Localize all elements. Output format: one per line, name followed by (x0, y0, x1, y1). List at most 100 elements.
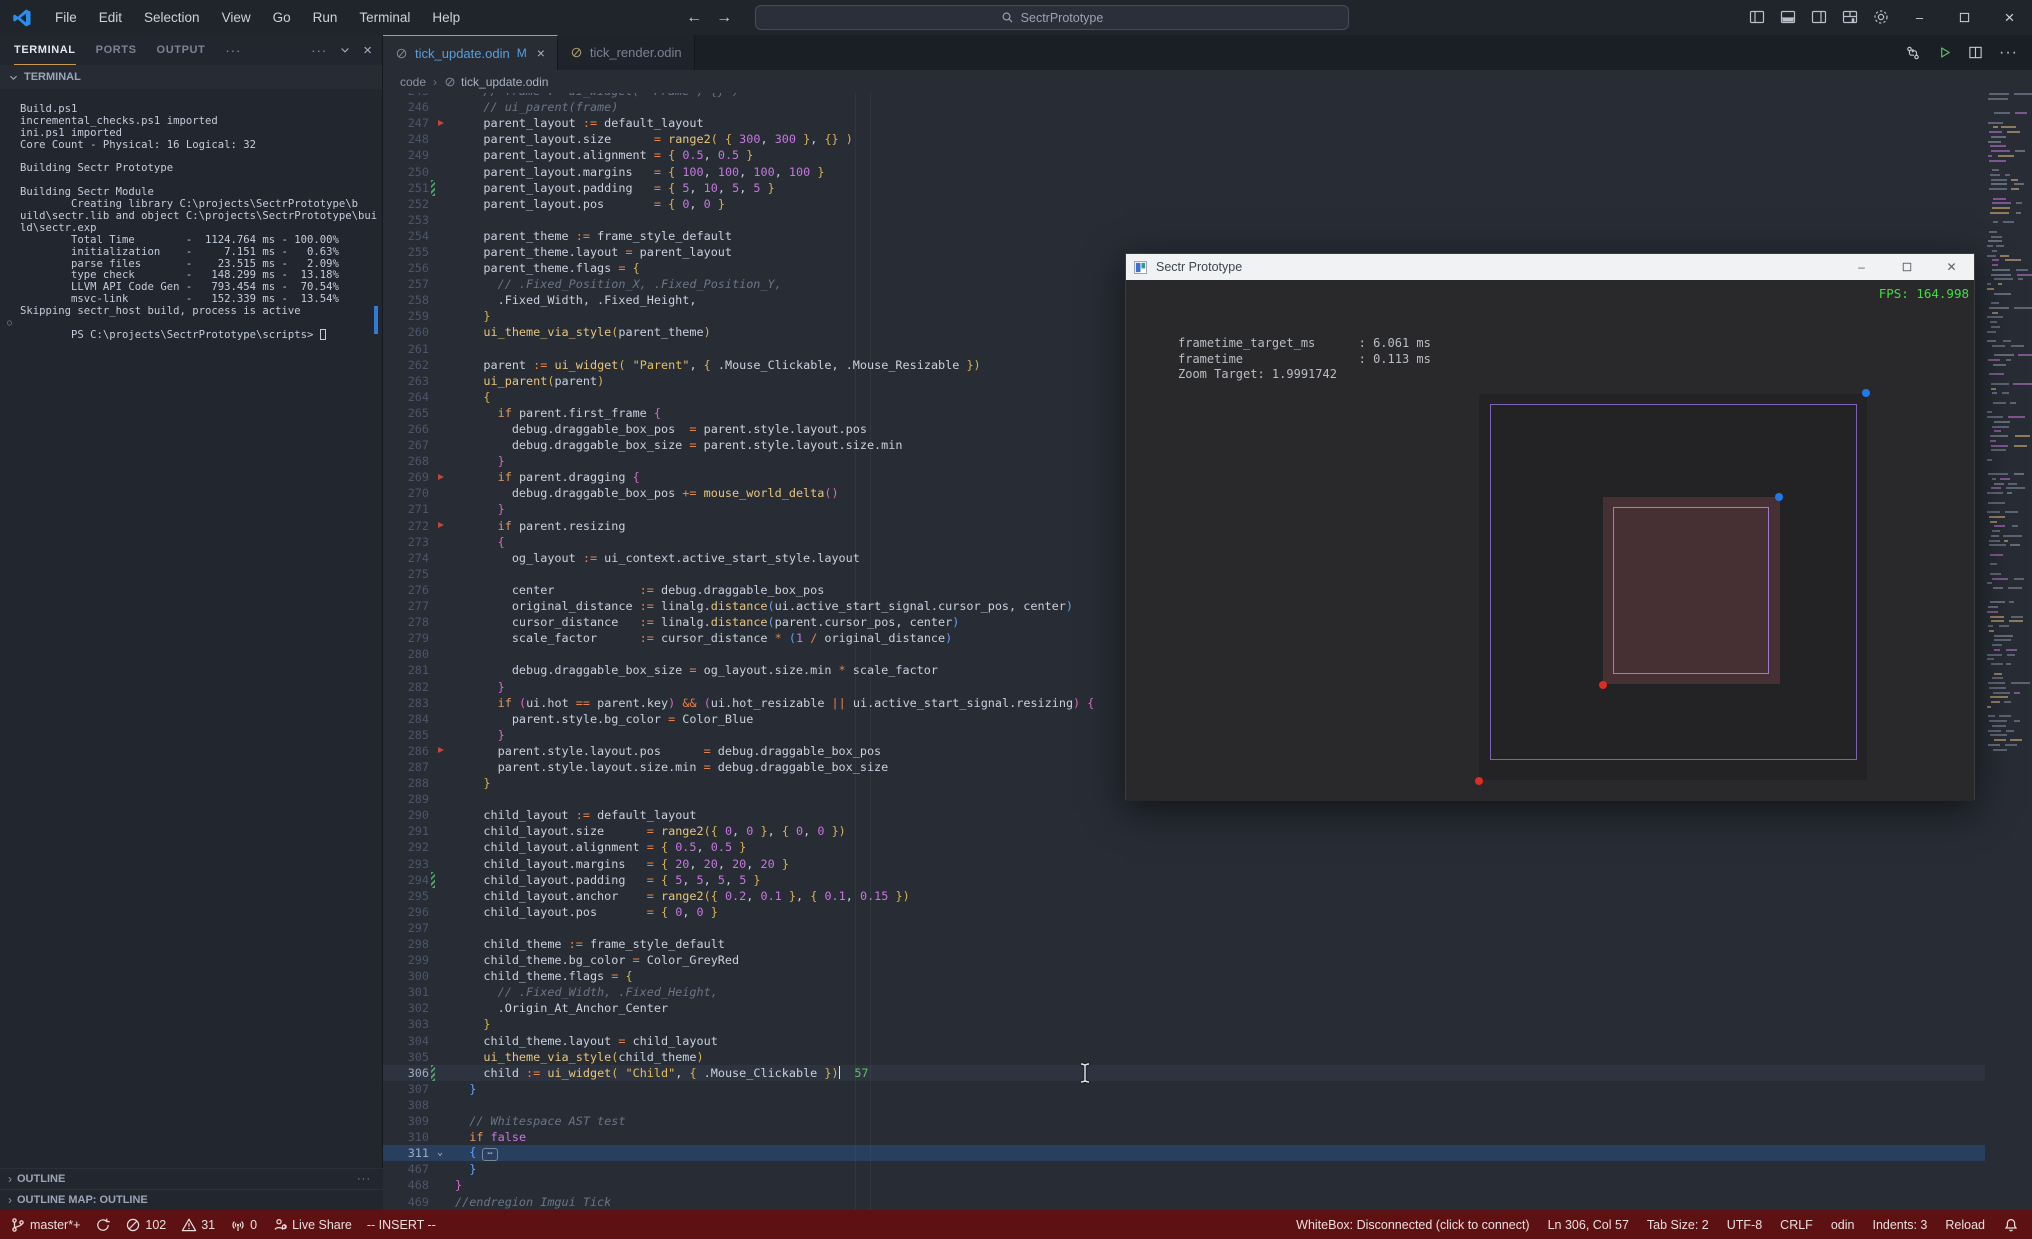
line-number[interactable]: 281 (383, 663, 429, 677)
line-number[interactable]: 261 (383, 342, 429, 356)
line-number[interactable]: 269 (383, 470, 429, 484)
minimize-button[interactable]: – (1897, 0, 1942, 35)
terminal-section-header[interactable]: TERMINAL (0, 65, 382, 89)
line-number[interactable]: 274 (383, 551, 429, 565)
line-number[interactable]: 294 (383, 873, 429, 887)
line-number[interactable]: 309 (383, 1114, 429, 1128)
close-button[interactable]: × (1987, 0, 2032, 35)
line-number[interactable]: 284 (383, 712, 429, 726)
gear-icon[interactable] (1873, 9, 1890, 26)
layout-sidebar-left-icon[interactable] (1749, 9, 1766, 26)
line-number[interactable]: 290 (383, 808, 429, 822)
line-number[interactable]: 303 (383, 1017, 429, 1031)
line-number[interactable]: 310 (383, 1130, 429, 1144)
line-number[interactable]: 260 (383, 325, 429, 339)
line-number[interactable]: 299 (383, 953, 429, 967)
line-number[interactable]: 467 (383, 1162, 429, 1176)
line-number[interactable]: 272 (383, 519, 429, 533)
line-number[interactable]: 307 (383, 1082, 429, 1096)
menu-item-run[interactable]: Run (302, 0, 349, 35)
panel-tab-terminal[interactable]: TERMINAL (14, 36, 76, 65)
line-number[interactable]: 304 (383, 1034, 429, 1048)
line-number[interactable]: 305 (383, 1050, 429, 1064)
command-center-search[interactable]: SectrPrototype (755, 5, 1349, 30)
line-number[interactable]: 265 (383, 406, 429, 420)
menu-item-go[interactable]: Go (262, 0, 302, 35)
app-titlebar[interactable]: Sectr Prototype – ✕ (1126, 254, 1974, 280)
status-item-indents-3[interactable]: Indents: 3 (1872, 1218, 1927, 1232)
line-number[interactable]: 276 (383, 583, 429, 597)
folded-region[interactable]: ⋯ (482, 1148, 498, 1162)
line-number[interactable]: 254 (383, 229, 429, 243)
app-maximize-button[interactable] (1884, 254, 1929, 280)
line-number[interactable]: 295 (383, 889, 429, 903)
line-number[interactable]: 266 (383, 422, 429, 436)
menu-item-file[interactable]: File (44, 0, 88, 35)
line-number[interactable]: 253 (383, 213, 429, 227)
line-number[interactable]: 282 (383, 680, 429, 694)
status-item-crlf[interactable]: CRLF (1780, 1218, 1813, 1232)
line-number[interactable]: 285 (383, 728, 429, 742)
line-number[interactable]: 251 (383, 181, 429, 195)
line-number[interactable]: 286 (383, 744, 429, 758)
line-number[interactable]: 267 (383, 438, 429, 452)
line-number[interactable]: 268 (383, 454, 429, 468)
line-number[interactable]: 255 (383, 245, 429, 259)
nav-back-button[interactable]: ← (686, 9, 702, 27)
line-number[interactable]: 256 (383, 261, 429, 275)
menu-item-selection[interactable]: Selection (133, 0, 211, 35)
run-button[interactable] (1937, 45, 1952, 60)
line-number[interactable]: 263 (383, 374, 429, 388)
line-number[interactable]: 468 (383, 1178, 429, 1192)
status-item-102[interactable]: 102 (125, 1217, 166, 1232)
line-number[interactable]: 296 (383, 905, 429, 919)
line-number[interactable]: 258 (383, 293, 429, 307)
line-number[interactable]: 291 (383, 824, 429, 838)
app-close-button[interactable]: ✕ (1929, 254, 1974, 280)
breadcrumb-file[interactable]: tick_update.odin (444, 75, 548, 89)
line-number[interactable]: 257 (383, 277, 429, 291)
line-number[interactable]: 275 (383, 567, 429, 581)
line-number[interactable]: 278 (383, 615, 429, 629)
menu-item-help[interactable]: Help (421, 0, 471, 35)
more-actions-icon[interactable]: ··· (1999, 44, 2018, 62)
line-number[interactable]: 264 (383, 390, 429, 404)
line-number[interactable]: 306 (383, 1066, 429, 1080)
menu-item-edit[interactable]: Edit (88, 0, 133, 35)
layout-customize-icon[interactable] (1842, 9, 1859, 26)
fold-chevron-icon[interactable]: ⌄ (437, 1147, 443, 1158)
line-number[interactable]: 273 (383, 535, 429, 549)
status-item-ln-306-col-57[interactable]: Ln 306, Col 57 (1548, 1218, 1629, 1232)
layout-panel-icon[interactable] (1780, 9, 1797, 26)
line-number[interactable]: 293 (383, 857, 429, 871)
outline-more-actions-icon[interactable]: ··· (357, 1173, 371, 1185)
terminal-scrollbar[interactable] (374, 306, 378, 334)
line-number[interactable]: 287 (383, 760, 429, 774)
editor-tab-tick_render.odin[interactable]: tick_render.odin (557, 35, 695, 70)
sidebar-section-outline-map[interactable]: › OUTLINE MAP: OUTLINE (0, 1189, 383, 1210)
panel-tabs-more-icon[interactable]: ··· (225, 43, 241, 58)
resize-handle-blue[interactable] (1775, 493, 1783, 501)
status-item-bell-icon[interactable] (2003, 1217, 2018, 1232)
status-item-master[interactable]: master*+ (10, 1217, 80, 1232)
line-number[interactable]: 289 (383, 792, 429, 806)
sidebar-section-outline[interactable]: › OUTLINE ··· (0, 1168, 383, 1189)
line-number[interactable]: 248 (383, 132, 429, 146)
git-compare-icon[interactable] (1905, 45, 1921, 61)
line-number[interactable]: 252 (383, 197, 429, 211)
split-editor-icon[interactable] (1968, 45, 1983, 60)
line-number[interactable]: 259 (383, 309, 429, 323)
line-number[interactable]: 292 (383, 840, 429, 854)
line-number[interactable]: 288 (383, 776, 429, 790)
status-item-31[interactable]: 31 (181, 1217, 215, 1232)
app-minimize-button[interactable]: – (1839, 254, 1884, 280)
breadcrumb-folder[interactable]: code (400, 75, 426, 89)
line-number[interactable]: 271 (383, 502, 429, 516)
panel-tab-ports[interactable]: PORTS (96, 36, 137, 65)
status-item-odin[interactable]: odin (1831, 1218, 1855, 1232)
status-item-whitebox-disconnected-click-to-connect[interactable]: WhiteBox: Disconnected (click to connect… (1296, 1218, 1529, 1232)
resize-handle-blue[interactable] (1862, 389, 1870, 397)
line-number[interactable]: 311 (383, 1146, 429, 1160)
line-number[interactable]: 262 (383, 358, 429, 372)
minimap[interactable] (1985, 93, 2032, 758)
